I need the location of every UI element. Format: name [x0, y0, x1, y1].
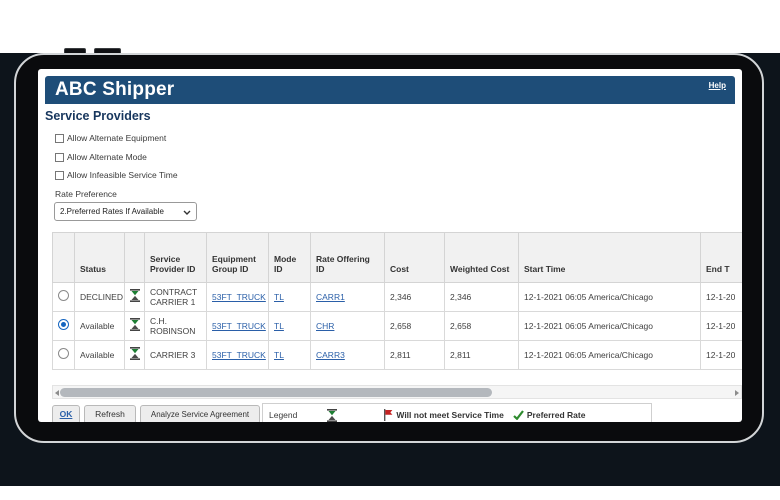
help-link[interactable]: Help: [709, 81, 726, 90]
hourglass-icon: [130, 318, 140, 331]
table-row: Available C.H. ROBINSON 53FT_TRUCK TL CH…: [53, 312, 743, 341]
app-header-bar: ABC Shipper Help: [45, 76, 735, 104]
status-icon-cell: [125, 312, 145, 341]
checkbox-label: Allow Infeasible Service Time: [67, 170, 178, 180]
column-header-weighted-cost: Weighted Cost: [445, 233, 519, 283]
providers-table-wrapper: Status Service Provider ID Equipment Gro…: [52, 232, 742, 370]
row-select-radio[interactable]: [58, 319, 69, 330]
checkbox-allow-infeasible-service-time[interactable]: Allow Infeasible Service Time: [55, 170, 178, 180]
row-select-radio[interactable]: [58, 290, 69, 301]
green-check-icon: [513, 410, 524, 420]
checkbox-icon[interactable]: [55, 134, 64, 143]
cost-cell: 2,811: [385, 341, 445, 370]
checkbox-allow-alternate-mode[interactable]: Allow Alternate Mode: [55, 152, 147, 162]
mode-link[interactable]: TL: [274, 292, 284, 302]
end-time-cell: 12-1-20: [701, 341, 743, 370]
equipment-group-link[interactable]: 53FT_TRUCK: [212, 321, 266, 331]
column-header-equipment-group-id: Equipment Group ID: [207, 233, 269, 283]
column-header-start-time: Start Time: [519, 233, 701, 283]
hourglass-icon: [130, 347, 140, 360]
ok-button[interactable]: OK: [52, 405, 80, 422]
mode-link[interactable]: TL: [274, 350, 284, 360]
icon-column-header: [125, 233, 145, 283]
cost-cell: 2,658: [385, 312, 445, 341]
legend-item-label: Will not meet Service Time: [396, 410, 503, 420]
table-row: Available CARRIER 3 53FT_TRUCK TL CARR3 …: [53, 341, 743, 370]
providers-table: Status Service Provider ID Equipment Gro…: [52, 232, 742, 370]
stage: ABC Shipper Help Service Providers Allow…: [0, 0, 780, 500]
legend-title: Legend: [269, 410, 297, 420]
start-time-cell: 12-1-2021 06:05 America/Chicago: [519, 312, 701, 341]
status-cell: DECLINED: [75, 283, 125, 312]
checkbox-icon[interactable]: [55, 171, 64, 180]
start-time-cell: 12-1-2021 06:05 America/Chicago: [519, 283, 701, 312]
column-header-service-provider-id: Service Provider ID: [145, 233, 207, 283]
rate-offering-link[interactable]: CHR: [316, 321, 334, 331]
column-header-end-time: End T: [701, 233, 743, 283]
equipment-group-link[interactable]: 53FT_TRUCK: [212, 350, 266, 360]
checkbox-label: Allow Alternate Mode: [67, 152, 147, 162]
red-flag-icon: [383, 409, 393, 421]
checkbox-allow-alternate-equipment[interactable]: Allow Alternate Equipment: [55, 133, 166, 143]
weighted-cost-cell: 2,811: [445, 341, 519, 370]
row-select-radio[interactable]: [58, 348, 69, 359]
end-time-cell: 12-1-20: [701, 283, 743, 312]
page-title: Service Providers: [45, 109, 151, 123]
scrollbar-thumb[interactable]: [60, 388, 492, 397]
column-header-rate-offering-id: Rate Offering ID: [311, 233, 385, 283]
rate-preference-label: Rate Preference: [55, 189, 117, 199]
hourglass-icon: [327, 409, 337, 422]
status-icon-cell: [125, 341, 145, 370]
table-row: DECLINED CONTRACT CARRIER 1 53FT_TRUCK T…: [53, 283, 743, 312]
column-header-status: Status: [75, 233, 125, 283]
cost-cell: 2,346: [385, 283, 445, 312]
radio-column-header: [53, 233, 75, 283]
column-header-mode-id: Mode ID: [269, 233, 311, 283]
app-title: ABC Shipper: [55, 79, 174, 101]
scroll-left-arrow-icon[interactable]: [55, 390, 59, 396]
provider-cell: C.H. ROBINSON: [145, 312, 207, 341]
chevron-down-icon: [183, 210, 191, 215]
end-time-cell: 12-1-20: [701, 312, 743, 341]
legend-item-label: Preferred Rate: [527, 410, 586, 420]
provider-cell: CONTRACT CARRIER 1: [145, 283, 207, 312]
mode-link[interactable]: TL: [274, 321, 284, 331]
column-header-cost: Cost: [385, 233, 445, 283]
status-cell: Available: [75, 341, 125, 370]
hourglass-icon: [130, 289, 140, 302]
status-icon-cell: [125, 283, 145, 312]
analyze-service-agreement-button[interactable]: Analyze Service Agreement: [140, 405, 260, 422]
equipment-group-link[interactable]: 53FT_TRUCK: [212, 292, 266, 302]
legend-box: Legend Will not meet Service Time Prefer…: [262, 403, 652, 422]
app-screen: ABC Shipper Help Service Providers Allow…: [38, 69, 742, 422]
refresh-button[interactable]: Refresh: [84, 405, 136, 422]
checkbox-label: Allow Alternate Equipment: [67, 133, 166, 143]
status-cell: Available: [75, 312, 125, 341]
weighted-cost-cell: 2,658: [445, 312, 519, 341]
rate-preference-select[interactable]: 2.Preferred Rates If Available: [54, 202, 197, 221]
scroll-right-arrow-icon[interactable]: [735, 390, 739, 396]
provider-cell: CARRIER 3: [145, 341, 207, 370]
weighted-cost-cell: 2,346: [445, 283, 519, 312]
rate-preference-value: 2.Preferred Rates If Available: [60, 207, 164, 216]
checkbox-icon[interactable]: [55, 153, 64, 162]
table-header-row: Status Service Provider ID Equipment Gro…: [53, 233, 743, 283]
rate-offering-link[interactable]: CARR3: [316, 350, 345, 360]
horizontal-scrollbar[interactable]: [52, 385, 742, 399]
rate-offering-link[interactable]: CARR1: [316, 292, 345, 302]
start-time-cell: 12-1-2021 06:05 America/Chicago: [519, 341, 701, 370]
